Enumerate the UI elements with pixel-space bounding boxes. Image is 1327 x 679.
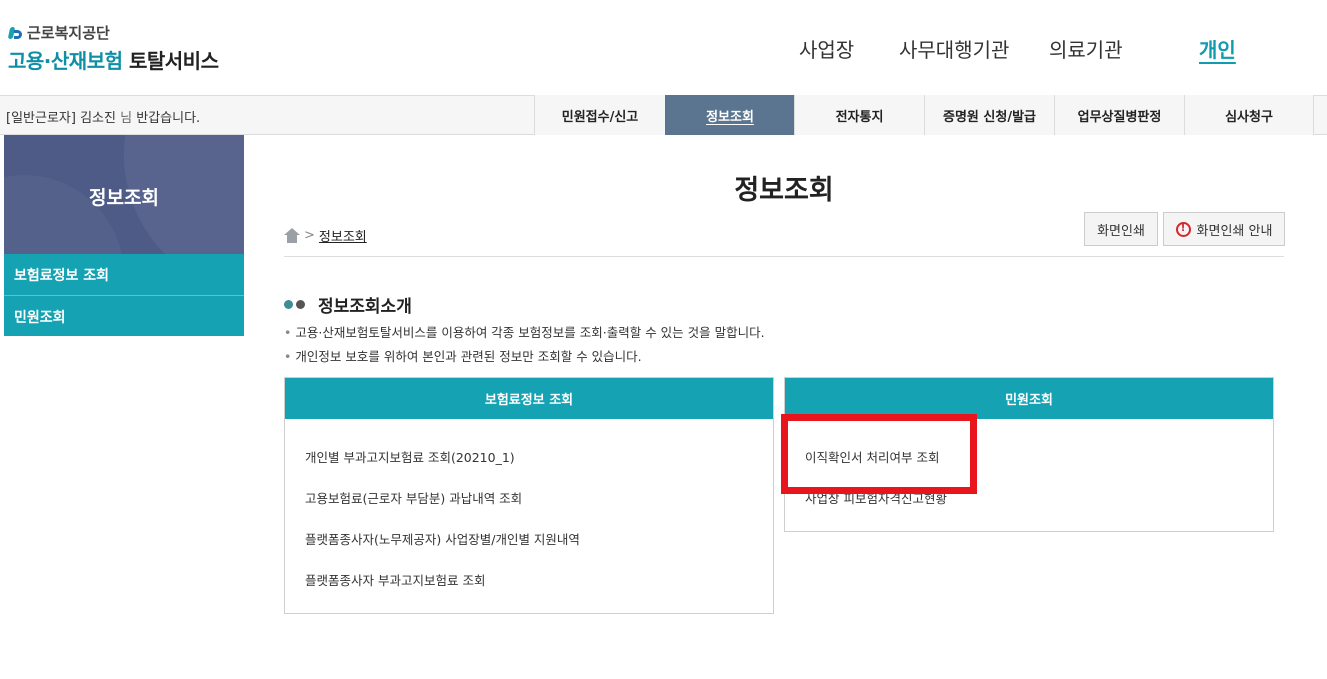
section-title: 정보조회소개 xyxy=(284,292,412,317)
main-menu: 민원접수/신고 정보조회 전자통지 증명원 신청/발급 업무상질병판정 심사청구 xyxy=(534,95,1314,135)
panel-premium-inquiry: 보험료정보 조회 개인별 부과고지보험료 조회(20210_1) 고용보험료(근… xyxy=(284,377,774,614)
description-line: • 개인정보 보호를 위하여 본인과 관련된 정보만 조회할 수 있습니다. xyxy=(284,349,642,364)
alert-icon: ! xyxy=(1175,221,1191,237)
panel-header: 민원조회 xyxy=(785,378,1273,419)
print-guide-button[interactable]: ! 화면인쇄 안내 xyxy=(1163,212,1285,246)
kcomwel-logo-icon xyxy=(7,25,23,40)
service-name-accent: 고용·산재보험 xyxy=(8,49,123,73)
content-divider xyxy=(284,256,1284,257)
site-header: 근로복지공단 고용·산재보험 토탈서비스 사업장 사무대행기관 의료기관 개인 xyxy=(0,0,1327,95)
breadcrumb: > 정보조회 xyxy=(284,226,367,245)
section-title-text: 정보조회소개 xyxy=(318,297,412,317)
nav-workplace[interactable]: 사업장 xyxy=(799,34,854,63)
menu-item-certificate[interactable]: 증명원 신청/발급 xyxy=(924,95,1054,135)
greeting-text: 반갑습니다. xyxy=(136,111,201,126)
nav-agency[interactable]: 사무대행기관 xyxy=(899,34,1009,63)
breadcrumb-current[interactable]: 정보조회 xyxy=(319,226,367,245)
panel-complaint-inquiry: 민원조회 이직확인서 처리여부 조회 사업장 피보험자격신고현황 xyxy=(784,377,1274,532)
description-line: • 고용·산재보험토탈서비스를 이용하여 각종 보험정보를 조회·출력할 수 있는… xyxy=(284,325,765,340)
menu-item-review-claim[interactable]: 심사청구 xyxy=(1184,95,1314,135)
menu-item-complaint[interactable]: 민원접수/신고 xyxy=(534,95,665,135)
user-type: [일반근로자] xyxy=(6,111,76,126)
sidebar-item-premium-inquiry[interactable]: 보험료정보 조회 xyxy=(4,254,244,295)
site-logo[interactable]: 근로복지공단 고용·산재보험 토탈서비스 xyxy=(7,22,219,74)
menu-item-info-inquiry[interactable]: 정보조회 xyxy=(665,95,794,135)
sidebar-title-block: 정보조회 xyxy=(4,135,244,254)
print-guide-label: 화면인쇄 안내 xyxy=(1196,223,1273,239)
page-title: 정보조회 xyxy=(734,175,834,206)
menu-item-e-notice[interactable]: 전자통지 xyxy=(794,95,924,135)
panel-header: 보험료정보 조회 xyxy=(285,378,773,419)
user-greeting: [일반근로자] 김소진 님 반갑습니다. xyxy=(6,107,200,126)
link-overpaid-premium[interactable]: 고용보험료(근로자 부담분) 과납내역 조회 xyxy=(305,488,522,507)
link-separation-confirmation[interactable]: 이직확인서 처리여부 조회 xyxy=(805,447,939,466)
link-platform-premium[interactable]: 플랫폼종사자 부과고지보험료 조회 xyxy=(305,570,485,589)
user-honorific: 님 xyxy=(120,111,133,126)
link-insured-status[interactable]: 사업장 피보험자격신고현황 xyxy=(805,488,947,507)
org-name: 근로복지공단 xyxy=(27,23,110,42)
nav-medical[interactable]: 의료기관 xyxy=(1049,34,1123,63)
link-platform-support[interactable]: 플랫폼종사자(노무제공자) 사업장별/개인별 지원내역 xyxy=(305,529,580,548)
sidebar-item-complaint-inquiry[interactable]: 민원조회 xyxy=(4,295,244,336)
nav-personal[interactable]: 개인 xyxy=(1199,34,1236,63)
breadcrumb-separator: > xyxy=(304,228,315,243)
menu-item-disease-judgment[interactable]: 업무상질병판정 xyxy=(1054,95,1184,135)
home-icon[interactable] xyxy=(284,228,300,243)
link-individual-premium[interactable]: 개인별 부과고지보험료 조회(20210_1) xyxy=(305,447,515,466)
user-name: 김소진 xyxy=(80,111,116,126)
service-name-rest: 토탈서비스 xyxy=(128,49,219,73)
sidebar-title: 정보조회 xyxy=(89,187,159,209)
section-bullet-icon xyxy=(284,300,308,309)
print-button[interactable]: 화면인쇄 xyxy=(1084,212,1158,246)
sub-menu-bar: [일반근로자] 김소진 님 반갑습니다. 민원접수/신고 정보조회 전자통지 증… xyxy=(0,95,1327,135)
